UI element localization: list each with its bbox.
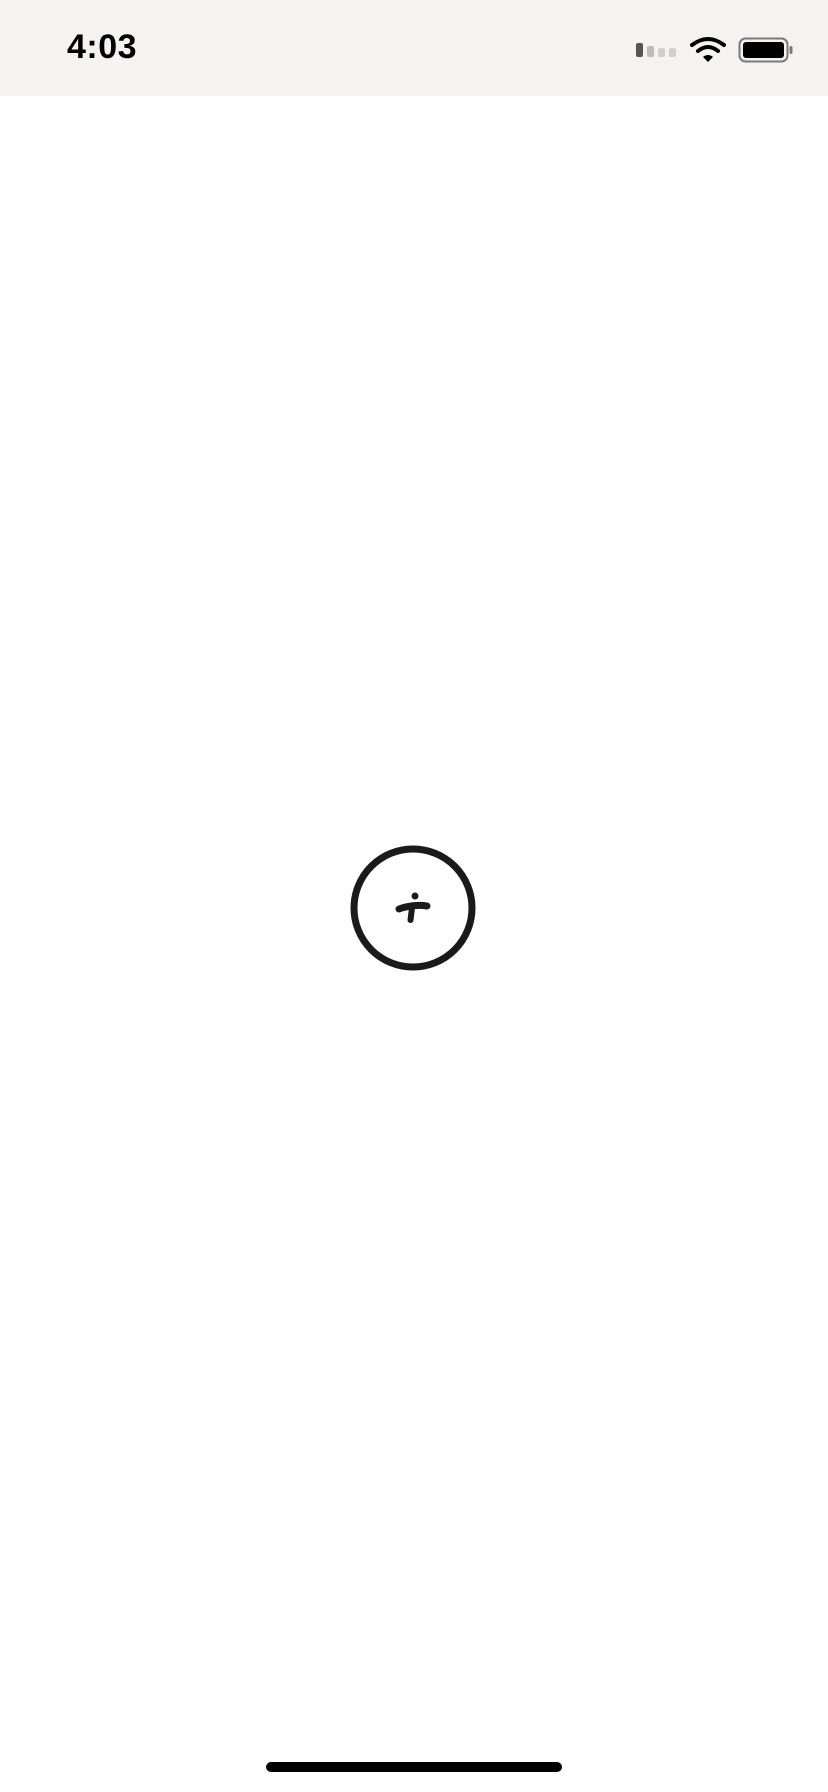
signal-icon bbox=[636, 43, 676, 57]
circle-logo-icon bbox=[350, 845, 476, 971]
status-bar: 4:03 bbox=[0, 0, 828, 96]
app-screen: 4:03 bbox=[0, 0, 828, 1792]
wifi-icon bbox=[690, 37, 726, 62]
status-time: 4:03 bbox=[67, 28, 138, 66]
home-indicator[interactable] bbox=[266, 1762, 562, 1772]
status-icons bbox=[636, 34, 794, 66]
battery-icon bbox=[738, 37, 793, 63]
